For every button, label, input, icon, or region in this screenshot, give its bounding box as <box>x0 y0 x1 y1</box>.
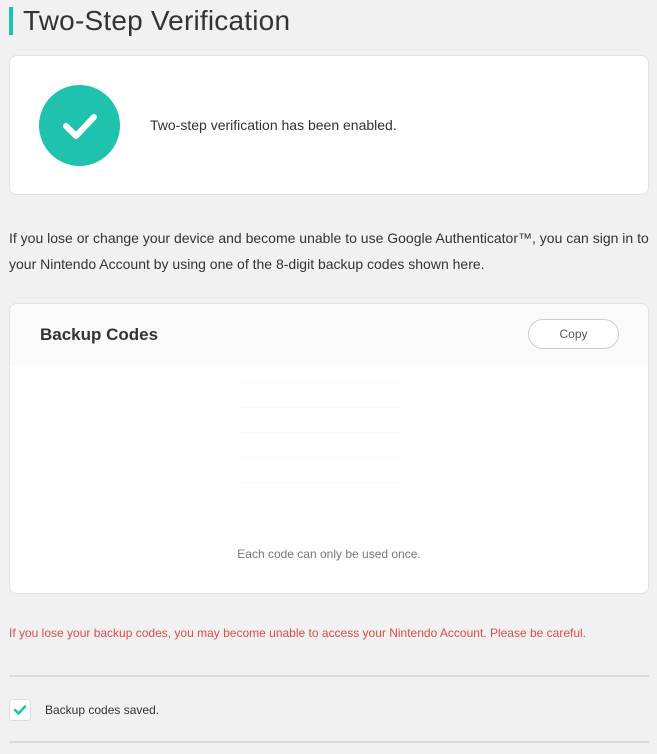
divider <box>9 741 649 743</box>
copy-button[interactable]: Copy <box>528 319 619 349</box>
two-step-verification-page: Two-Step Verification Two-step verificat… <box>0 0 657 754</box>
backup-codes-card: Backup Codes Copy Each code can only be … <box>9 303 649 594</box>
title-accent-bar <box>9 7 13 35</box>
backup-code-slot <box>240 382 400 383</box>
backup-codes-list <box>240 382 400 522</box>
backup-codes-saved-label: Backup codes saved. <box>45 703 160 717</box>
backup-code-slot <box>240 482 400 483</box>
status-card: Two-step verification has been enabled. <box>9 55 649 195</box>
divider <box>9 675 649 677</box>
backup-codes-saved-option[interactable]: Backup codes saved. <box>9 699 159 721</box>
status-message: Two-step verification has been enabled. <box>150 117 397 133</box>
page-title: Two-Step Verification <box>9 5 291 36</box>
backup-codes-saved-checkbox[interactable] <box>9 699 31 721</box>
backup-code-slot <box>240 432 400 433</box>
backup-info-text: If you lose or change your device and be… <box>9 230 649 272</box>
checkmark-icon <box>13 705 27 715</box>
backup-codes-heading: Backup Codes <box>40 325 159 344</box>
backup-code-slot <box>240 457 400 458</box>
backup-codes-note: Each code can only be used once. <box>237 547 421 561</box>
success-checkmark-icon <box>39 85 120 166</box>
page-title-text: Two-Step Verification <box>23 5 291 36</box>
backup-code-slot <box>240 407 400 408</box>
backup-codes-header: Backup Codes Copy <box>10 304 648 365</box>
backup-warning-text: If you lose your backup codes, you may b… <box>9 626 587 640</box>
